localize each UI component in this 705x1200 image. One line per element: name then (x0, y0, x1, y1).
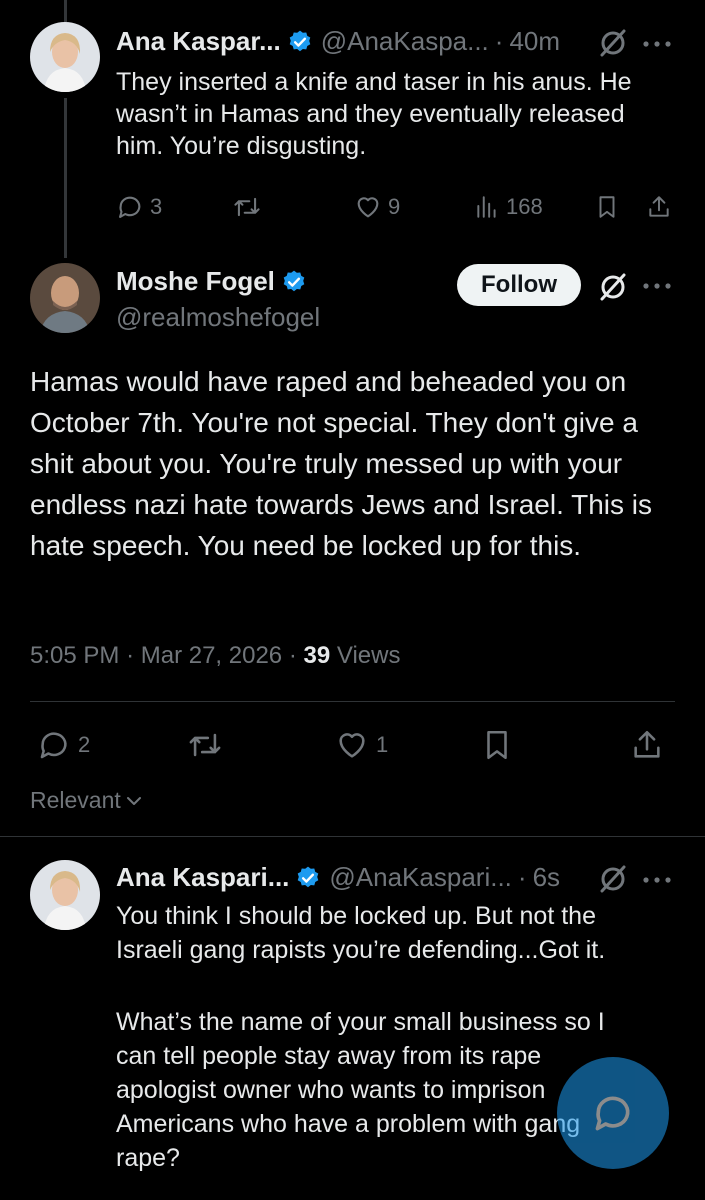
grok-icon[interactable] (598, 272, 628, 302)
main-views-count[interactable]: 39 (304, 642, 331, 669)
share-icon (630, 728, 664, 762)
tweet1-actions: 3 9 168 (116, 193, 676, 223)
like-icon (334, 728, 370, 762)
main-text: Hamas would have raped and beheaded you … (30, 366, 653, 561)
more-icon[interactable] (642, 282, 672, 290)
verified-badge-icon (281, 269, 307, 295)
compose-fab[interactable] (557, 1057, 669, 1169)
main-time[interactable]: 5:05 PM (30, 642, 119, 669)
main-header: Moshe Fogel (116, 266, 315, 297)
like-button[interactable]: 9 (354, 193, 400, 221)
separator-dot: · (494, 26, 504, 56)
main-handle[interactable]: @realmoshefogel (116, 302, 320, 333)
avatar-ana-reply[interactable] (30, 860, 100, 930)
share-button[interactable] (646, 193, 672, 221)
bookmark-button[interactable] (480, 728, 514, 762)
main-meta: 5:05 PM · Mar 27, 2026 · 39 Views (30, 642, 400, 670)
reply-button[interactable]: 2 (36, 728, 90, 762)
main-actions: 2 1 (36, 728, 676, 764)
tweet1-time[interactable]: 40m (509, 26, 560, 57)
avatar-ana-top[interactable] (30, 22, 100, 92)
share-button[interactable] (630, 728, 664, 762)
follow-button[interactable]: Follow (457, 264, 581, 306)
retweet-button[interactable] (232, 193, 262, 221)
main-author-name[interactable]: Moshe Fogel (116, 266, 275, 297)
main-date[interactable]: Mar 27, 2026 (141, 642, 282, 669)
reply-header: Ana Kaspari... @AnaKaspari... · 6s (116, 862, 560, 893)
like-count: 1 (376, 732, 389, 757)
separator-dot: · (126, 642, 141, 669)
thread-line (64, 98, 67, 258)
verified-badge-icon (287, 29, 313, 55)
tweet1-text: They inserted a knife and taser in his a… (116, 68, 632, 160)
divider (30, 701, 675, 702)
main-handle-row: @realmoshefogel (116, 302, 320, 333)
tweet1-author-name[interactable]: Ana Kaspar... (116, 26, 281, 57)
verified-badge-icon (295, 865, 321, 891)
tweet1-header: Ana Kaspar... @AnaKaspa... · 40m (116, 26, 560, 57)
sort-dropdown[interactable]: Relevant (30, 787, 143, 814)
retweet-icon (186, 728, 224, 762)
views-button[interactable]: 168 (474, 193, 543, 221)
grok-icon[interactable] (598, 28, 628, 58)
separator-dot: · (288, 642, 304, 669)
like-count: 9 (388, 194, 401, 219)
grok-icon[interactable] (598, 864, 628, 894)
bookmark-icon (480, 728, 514, 762)
compose-icon (591, 1091, 635, 1135)
like-button[interactable]: 1 (334, 728, 388, 762)
sort-label: Relevant (30, 787, 121, 813)
bookmark-button[interactable] (594, 193, 620, 221)
views-icon (474, 193, 500, 221)
like-icon (354, 193, 382, 221)
separator-dot: · (517, 862, 527, 892)
reply-text-para1: You think I should be locked up. But not… (116, 902, 606, 964)
reply-count: 3 (150, 194, 163, 219)
reply-icon (36, 728, 72, 762)
share-icon (646, 193, 672, 221)
avatar-moshe[interactable] (30, 263, 100, 333)
reply-count: 2 (78, 732, 91, 757)
more-icon[interactable] (642, 876, 672, 884)
bookmark-icon (594, 193, 620, 221)
reply-button[interactable]: 3 (116, 193, 162, 221)
views-count: 168 (506, 194, 543, 219)
retweet-icon (232, 193, 262, 221)
more-icon[interactable] (642, 40, 672, 48)
tweet1-handle[interactable]: @AnaKaspa... (321, 26, 489, 57)
divider (0, 836, 705, 837)
chevron-down-icon (125, 794, 143, 808)
reply-icon (116, 193, 144, 221)
main-views-label: Views (336, 642, 401, 669)
reply-time[interactable]: 6s (533, 862, 560, 893)
reply-author-name[interactable]: Ana Kaspari... (116, 862, 289, 893)
retweet-button[interactable] (186, 728, 224, 762)
reply-handle[interactable]: @AnaKaspari... (329, 862, 511, 893)
thread-line-top (64, 0, 67, 22)
